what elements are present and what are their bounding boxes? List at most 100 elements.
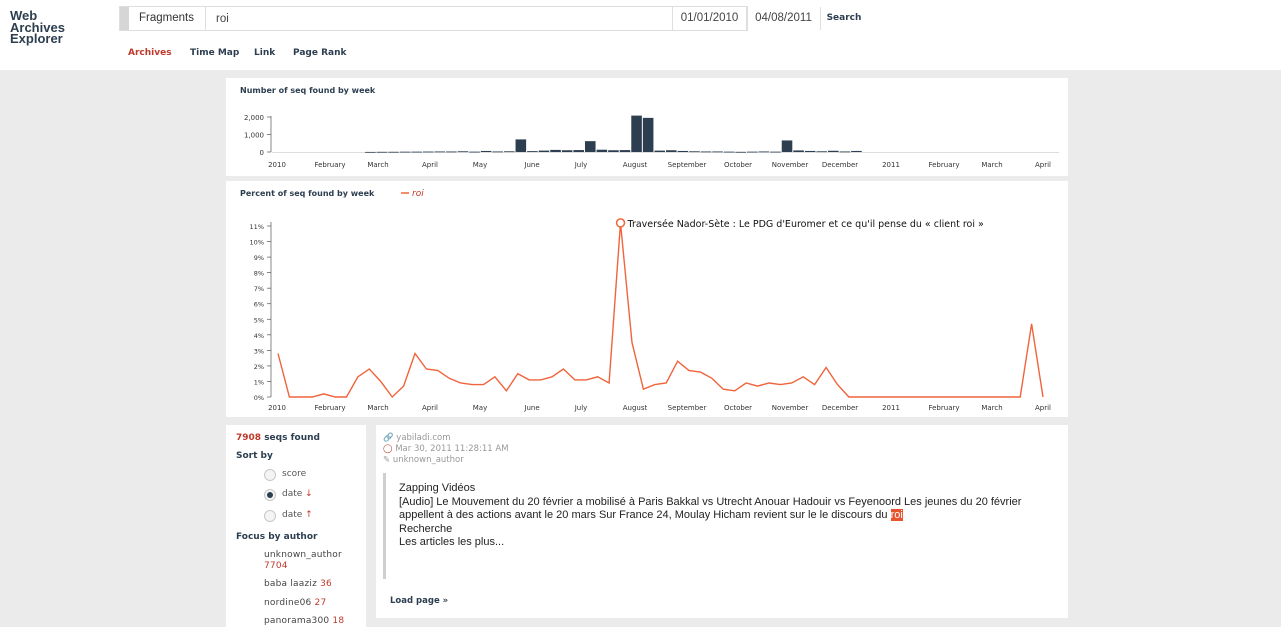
x-tick-label: 2011 — [882, 404, 900, 412]
sort-date-desc-radio[interactable] — [264, 489, 276, 501]
bar — [712, 151, 723, 153]
bar — [527, 151, 538, 152]
sort-date-desc[interactable]: date ↓ — [282, 489, 313, 499]
x-tick-label: December — [822, 404, 858, 412]
y-tick-label: 1% — [254, 378, 264, 386]
x-tick-label: February — [314, 161, 345, 169]
author-item[interactable]: baba laaziz 36 — [264, 579, 332, 589]
bar — [596, 149, 608, 152]
count-chart-title: Number of seq found by week — [240, 86, 376, 95]
date-start-field[interactable]: 01/01/2010 — [673, 7, 747, 30]
x-tick-label: 2010 — [268, 161, 286, 169]
x-tick-label: June — [523, 404, 539, 412]
count-chart-panel: Number of seq found by week 0 1,000 2,000 2… — [226, 78, 1068, 176]
load-page-button[interactable]: Load page » — [390, 596, 448, 606]
bar — [851, 150, 862, 152]
sort-date-asc[interactable]: date ↑ — [282, 510, 313, 520]
x-tick-label: November — [772, 161, 809, 169]
result-count: 7908 seqs found — [236, 433, 320, 443]
x-tick-label: August — [623, 161, 648, 169]
tab-archives[interactable]: Archives — [128, 48, 172, 58]
x-tick-label: February — [928, 404, 959, 412]
author-item[interactable]: panorama300 18 — [264, 616, 344, 626]
x-tick-label: 2011 — [882, 161, 900, 169]
link-icon: 🔗 — [383, 433, 394, 443]
x-tick-label: March — [981, 404, 1002, 412]
x-tick-label: May — [473, 161, 487, 169]
quote-bar — [383, 473, 386, 579]
author-item[interactable]: unknown_author 7704 — [264, 550, 342, 572]
bar — [723, 151, 735, 153]
x-tick-label: May — [473, 404, 487, 412]
peak-annotation: Traversée Nador-Sète : Le PDG d'Euromer … — [627, 219, 984, 230]
bar — [573, 150, 584, 152]
result-count-label: seqs found — [264, 433, 320, 443]
bar — [561, 150, 573, 152]
snippet-line: [Audio] Le Mouvement du 20 février a mob… — [399, 496, 1059, 523]
y-tick-label: 1,000 — [244, 132, 264, 140]
x-tick-label: February — [928, 161, 959, 169]
bar — [538, 150, 550, 152]
bar — [365, 151, 376, 153]
app-logo[interactable]: Web Archives Explorer — [10, 9, 65, 44]
bar — [550, 149, 561, 152]
snippet-text: [Audio] Le Mouvement du 20 février a mob… — [399, 495, 1022, 522]
mode-select[interactable]: Fragments — [129, 7, 206, 30]
x-tick-label: July — [574, 161, 588, 169]
sort-by-label: Sort by — [236, 451, 273, 461]
result-count-number: 7908 — [236, 433, 262, 443]
percent-chart-title: Percent of seq found by week — [240, 189, 375, 198]
tab-link[interactable]: Link — [254, 48, 275, 58]
bar — [781, 140, 793, 152]
tab-page-rank[interactable]: Page Rank — [293, 48, 347, 58]
y-tick-label: 3% — [254, 347, 264, 355]
sort-date-asc-radio[interactable] — [264, 510, 276, 522]
date-end-field[interactable]: 04/08/2011 — [747, 7, 821, 30]
search-button[interactable]: Search — [821, 7, 867, 30]
x-tick-label: April — [422, 404, 438, 412]
result-domain[interactable]: 🔗 yabiladi.com — [383, 433, 450, 443]
author-item[interactable]: nordine06 27 — [264, 598, 326, 608]
peak-marker — [615, 218, 626, 228]
result-author[interactable]: ✎ unknown_author — [383, 455, 464, 465]
bar — [770, 151, 781, 153]
y-tick-label: 9% — [254, 254, 264, 262]
bar — [735, 151, 747, 153]
bar — [642, 117, 654, 152]
pencil-icon: ✎ — [383, 455, 391, 465]
x-tick-label: August — [623, 404, 648, 412]
search-input[interactable] — [206, 7, 673, 30]
bar — [422, 151, 434, 153]
x-tick-label: November — [772, 404, 809, 412]
author-name: nordine06 — [264, 598, 312, 608]
x-tick-label: October — [724, 404, 752, 412]
bar — [584, 141, 596, 152]
result-snippet: Zapping Vidéos [Audio] Le Mouvement du 2… — [399, 482, 1059, 550]
focus-by-author-label: Focus by author — [236, 532, 318, 542]
bar — [411, 151, 422, 153]
y-tick-label: 4% — [254, 332, 264, 340]
bar — [480, 150, 492, 152]
bar — [666, 150, 677, 152]
bar — [469, 151, 480, 153]
filters-sidebar: 7908 seqs found Sort by score date ↓ dat… — [226, 425, 366, 627]
bar — [631, 115, 642, 152]
author-name: unknown_author — [264, 550, 342, 560]
sort-score-label[interactable]: score — [282, 469, 306, 479]
percent-chart: roi 0% 1% 2% 3% 4% 5% 6% 7% 8% 9% 10% 11% Traversée N… — [250, 189, 1052, 412]
bar — [839, 151, 851, 153]
x-tick-label: April — [1035, 404, 1051, 412]
tab-time-map[interactable]: Time Map — [190, 48, 239, 58]
x-tick-label: March — [981, 161, 1002, 169]
y-tick-label: 5% — [254, 316, 264, 324]
legend-label: roi — [412, 189, 424, 199]
y-tick-label: 7% — [254, 285, 264, 293]
x-tick-label: March — [367, 404, 388, 412]
sort-score-radio[interactable] — [264, 469, 276, 481]
bar — [608, 150, 619, 152]
x-tick-label: September — [668, 161, 707, 169]
bar — [376, 151, 388, 153]
arrow-up-icon: ↑ — [305, 510, 313, 520]
bar — [677, 150, 689, 152]
result-panel: 🔗 yabiladi.com ◯ Mar 30, 2011 11:28:11 A… — [376, 425, 1068, 618]
